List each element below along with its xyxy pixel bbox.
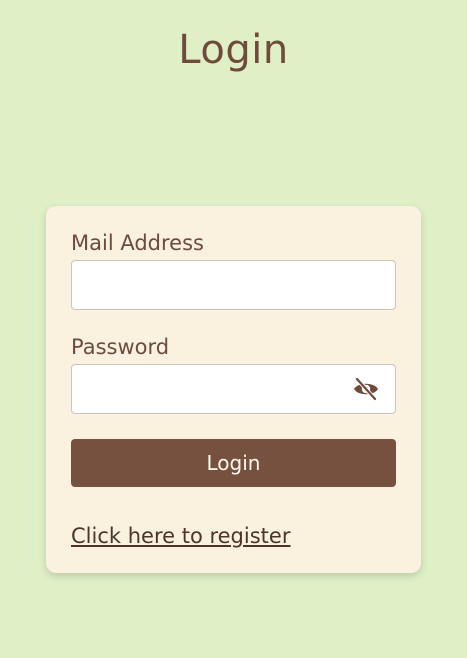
register-link[interactable]: Click here to register bbox=[71, 522, 290, 550]
login-card: Mail Address Password Login Click here t… bbox=[46, 206, 421, 573]
email-field[interactable] bbox=[71, 260, 396, 310]
email-label: Mail Address bbox=[71, 231, 204, 255]
password-label: Password bbox=[71, 335, 170, 359]
login-button[interactable]: Login bbox=[71, 439, 396, 487]
password-visibility-toggle[interactable] bbox=[351, 376, 381, 402]
password-field[interactable] bbox=[71, 364, 396, 414]
eye-slash-icon bbox=[354, 377, 378, 401]
page-title: Login bbox=[178, 27, 289, 73]
